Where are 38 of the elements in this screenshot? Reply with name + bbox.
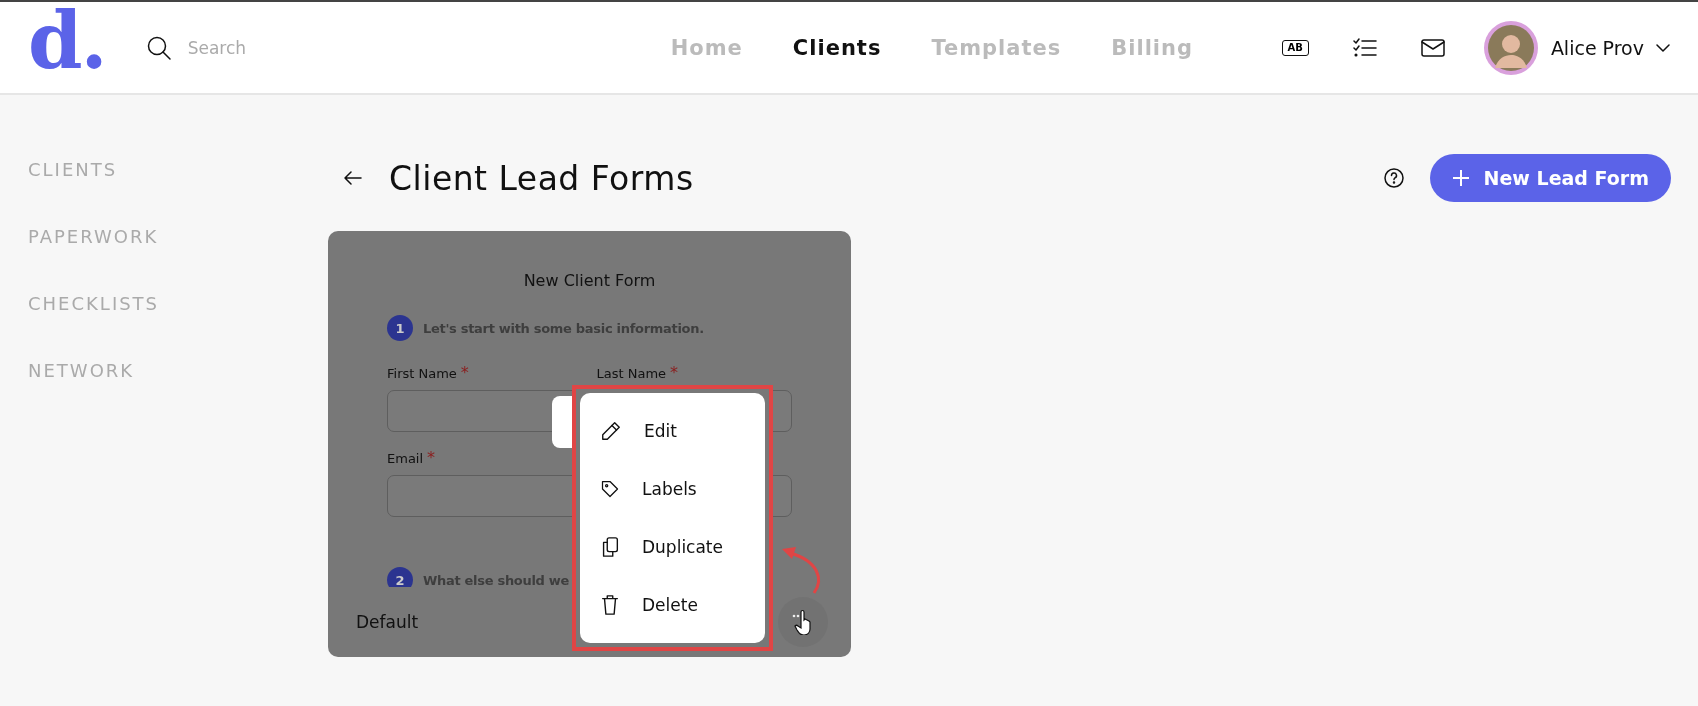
copy-icon [600,536,620,558]
required-mark: * [670,363,679,382]
required-mark: * [460,363,469,382]
text-field-icon[interactable]: AB [1281,39,1309,56]
form-title: New Client Form [522,271,657,290]
help-icon[interactable] [1383,168,1404,188]
hand-cursor-icon [792,609,814,635]
avatar[interactable] [1482,19,1539,76]
user-name[interactable]: Alice Prov [1550,36,1644,59]
menu-item[interactable]: Edit [580,411,765,451]
plus-icon [1451,169,1470,187]
menu-item[interactable]: Labels [580,469,765,509]
step-text: What else should we [423,572,570,587]
chevron-down-icon[interactable] [1656,43,1670,52]
trash-icon [600,594,620,616]
mail-icon[interactable] [1420,38,1445,57]
menu-item[interactable]: Delete [580,585,765,625]
page-title: Client Lead Forms [389,158,694,198]
button-edge[interactable] [552,396,572,448]
field-label: First Name [387,366,457,381]
field-label: Email [387,451,424,466]
checklist-icon[interactable] [1352,37,1377,58]
pencil-icon [600,420,622,442]
tag-icon [600,479,620,499]
step-number: 1 [387,315,413,341]
card-label: Default [356,612,419,632]
step-text: Let's start with some basic information. [423,320,704,336]
search-field[interactable]: Search [185,36,390,59]
step-number: 2 [387,567,413,587]
required-mark: * [427,448,436,467]
logo[interactable]: d. [28,1,106,80]
new-lead-form-button[interactable]: New Lead Form [1429,154,1671,202]
search-icon [145,34,172,61]
field-label: Last Name [596,366,667,381]
back-button[interactable] [344,171,362,185]
nav-tab[interactable]: Clients [792,35,882,60]
menu-item[interactable]: Duplicate [580,527,765,567]
more-button[interactable] [778,597,828,647]
